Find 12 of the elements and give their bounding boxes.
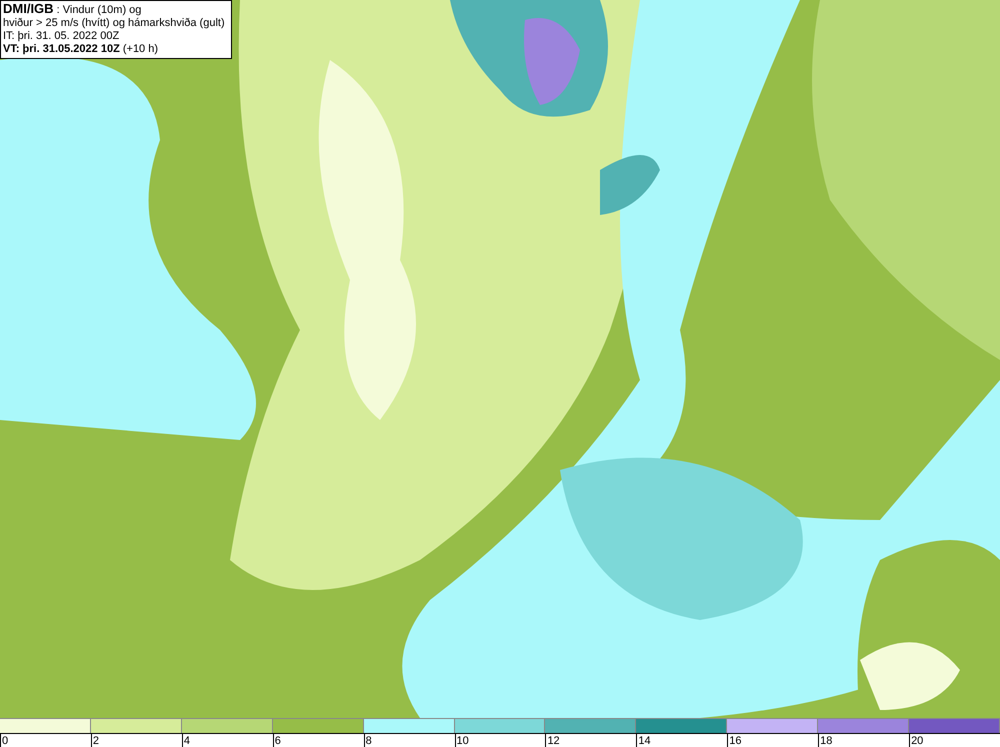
legend-tick-label: 12 (547, 735, 560, 747)
legend-tick-label: 16 (729, 735, 742, 747)
legend-tick-label: 4 (184, 735, 190, 747)
legend-tick-label: 6 (274, 735, 281, 747)
legend-tick-label: 10 (456, 735, 469, 747)
legend-tick-label: 14 (638, 735, 651, 747)
legend-tick-label: 8 (366, 735, 372, 747)
legend-tick-label: 0 (2, 735, 8, 747)
legend-tick-label: 18 (820, 735, 832, 747)
map-caption: DMI/IGB : Vindur (10m) og hviður > 25 m/s (hvítt) og hámarkshviða (gult) IT: þri. 31. 05. 2022 00Z VT: þri. 31.05.2022 10Z (+10 h) (0, 0, 232, 59)
legend-tick-label: 2 (92, 735, 100, 747)
legend-tick-label: 20 (911, 735, 924, 747)
